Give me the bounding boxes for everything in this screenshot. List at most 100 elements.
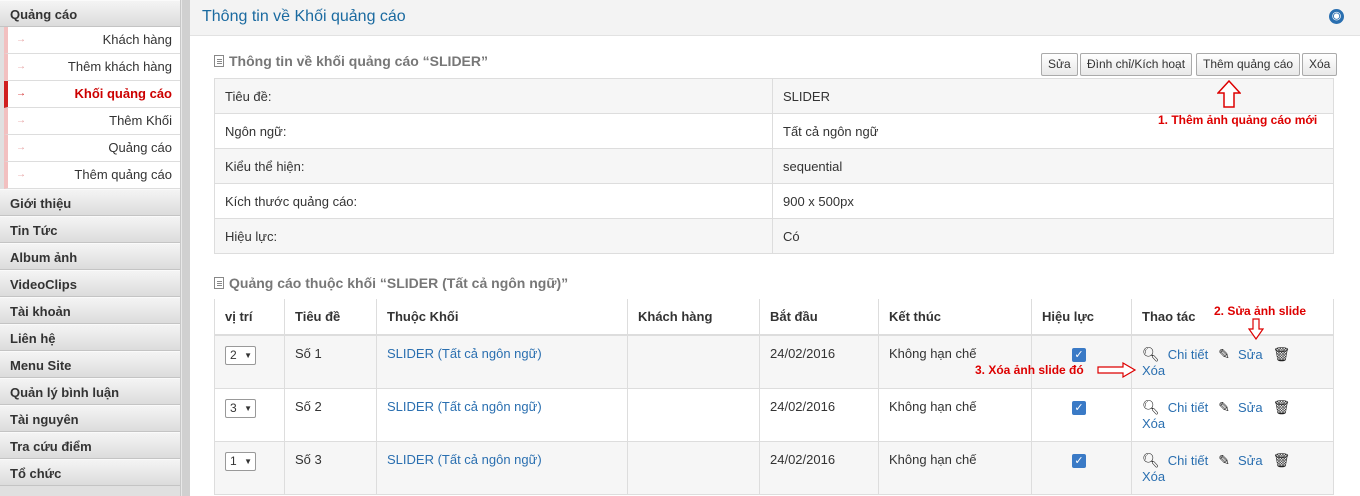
sidebar-item-them-khoi[interactable]: → Thêm Khối <box>4 108 180 135</box>
page-title: Thông tin về Khối quảng cáo <box>202 8 406 25</box>
info-value: sequential <box>772 148 1334 184</box>
edit-icon[interactable]: ✎ <box>1218 452 1230 469</box>
table-row: Kích thước quảng cáo: 900 x 500px <box>214 183 1334 219</box>
active-cell: ✓ <box>1031 387 1132 442</box>
sidebar-item-khoi-quang-cao[interactable]: → Khối quảng cáo <box>4 81 180 108</box>
column-header: vị trí <box>214 299 285 336</box>
globe-icon[interactable]: ◉ <box>1329 9 1344 24</box>
right-arrow-annotation-icon <box>1097 362 1137 378</box>
arrow-right-icon: → <box>16 142 26 153</box>
sidebar-group-tra-cuu-diem[interactable]: Tra cứu điểm <box>0 432 180 459</box>
table-row: 1 Số 3 SLIDER (Tất cả ngôn ngữ) 24/02/20… <box>214 440 1334 495</box>
sidebar-group-album-anh[interactable]: Album ảnh <box>0 243 180 270</box>
arrow-right-icon: → <box>16 169 26 180</box>
up-arrow-annotation-icon <box>1217 80 1241 108</box>
sidebar-item-khach-hang[interactable]: → Khách hàng <box>4 27 180 54</box>
table-row: Kiểu thể hiện: sequential <box>214 148 1334 184</box>
document-icon <box>214 277 224 289</box>
down-arrow-annotation-icon <box>1248 318 1264 340</box>
info-key: Kích thước quảng cáo: <box>214 183 773 219</box>
column-header: Thuộc Khối <box>376 299 628 336</box>
trash-icon[interactable]: 🗑︎ <box>1273 399 1291 416</box>
sidebar-group-tin-tuc[interactable]: Tin Tức <box>0 216 180 243</box>
customer-cell <box>627 440 760 495</box>
sidebar-group-to-chuc[interactable]: Tổ chức <box>0 459 180 486</box>
delete-block-button[interactable]: Xóa <box>1302 53 1338 76</box>
sidebar-group-quan-ly-binh-luan[interactable]: Quản lý bình luận <box>0 378 180 405</box>
arrow-right-icon: → <box>16 115 26 126</box>
sidebar-group-menu-site[interactable]: Menu Site <box>0 351 180 378</box>
search-icon[interactable]: 🔍︎ <box>1142 399 1160 416</box>
info-section-title-text: Thông tin về khối quảng cáo “SLIDER” <box>229 53 489 69</box>
edit-link[interactable]: Sửa <box>1238 400 1263 415</box>
table-header-row: vị trí Tiêu đề Thuộc Khối Khách hàng Bắt… <box>214 299 1334 336</box>
detail-link[interactable]: Chi tiết <box>1168 453 1208 468</box>
actions-cell: 🔍︎ Chi tiết ✎ Sửa 🗑︎ Xóa <box>1131 334 1334 389</box>
document-icon <box>214 55 224 67</box>
customer-cell <box>627 387 760 442</box>
sidebar-item-label: Khối quảng cáo <box>74 86 173 101</box>
detail-link[interactable]: Chi tiết <box>1168 347 1208 362</box>
block-cell: SLIDER (Tất cả ngôn ngữ) <box>376 387 628 442</box>
info-key: Tiêu đề: <box>214 78 773 114</box>
sidebar-group-tai-nguyen[interactable]: Tài nguyên <box>0 405 180 432</box>
block-link[interactable]: SLIDER (Tất cả ngôn ngữ) <box>387 346 542 361</box>
block-info-table: Tiêu đề: SLIDER Ngôn ngữ: Tất cả ngôn ngữ … <box>214 78 1334 254</box>
sidebar-group-lien-he[interactable]: Liên hệ <box>0 324 180 351</box>
info-key: Hiệu lực: <box>214 218 773 254</box>
info-value: SLIDER <box>772 78 1334 114</box>
position-cell: 1 <box>214 440 285 495</box>
sidebar-item-label: Thêm khách hàng <box>67 59 172 74</box>
delete-link[interactable]: Xóa <box>1142 416 1165 431</box>
sidebar-item-them-quang-cao[interactable]: → Thêm quảng cáo <box>4 162 180 189</box>
sidebar-item-quang-cao[interactable]: → Quảng cáo <box>4 135 180 162</box>
edit-block-button[interactable]: Sửa <box>1041 53 1078 76</box>
search-icon[interactable]: 🔍︎ <box>1142 452 1160 469</box>
actions-cell: 🔍︎ Chi tiết ✎ Sửa 🗑︎ Xóa <box>1131 440 1334 495</box>
sidebar-item-them-khach-hang[interactable]: → Thêm khách hàng <box>4 54 180 81</box>
add-ad-button[interactable]: Thêm quảng cáo <box>1196 53 1301 76</box>
info-key: Kiểu thể hiện: <box>214 148 773 184</box>
column-header: Bắt đầu <box>759 299 879 336</box>
block-link[interactable]: SLIDER (Tất cả ngôn ngữ) <box>387 452 542 467</box>
detail-link[interactable]: Chi tiết <box>1168 400 1208 415</box>
sidebar-group-quang-cao[interactable]: Quảng cáo <box>0 0 180 27</box>
checkmark-icon: ✓ <box>1072 400 1086 415</box>
edit-link[interactable]: Sửa <box>1238 453 1263 468</box>
end-cell: Không hạn chế <box>878 334 1032 389</box>
sidebar-gutter <box>182 0 190 496</box>
position-select[interactable]: 1 <box>225 451 256 471</box>
block-cell: SLIDER (Tất cả ngôn ngữ) <box>376 440 628 495</box>
position-select[interactable]: 2 <box>225 346 256 365</box>
sidebar-group-tai-khoan[interactable]: Tài khoản <box>0 297 180 324</box>
table-row: 2 Số 1 SLIDER (Tất cả ngôn ngữ) 24/02/20… <box>214 334 1334 389</box>
info-key: Ngôn ngữ: <box>214 113 773 149</box>
sidebar-item-label: Khách hàng <box>102 32 172 47</box>
edit-icon[interactable]: ✎ <box>1218 346 1230 363</box>
search-icon[interactable]: 🔍︎ <box>1142 346 1160 363</box>
column-header: Hiệu lực <box>1031 299 1132 336</box>
delete-link[interactable]: Xóa <box>1142 469 1165 484</box>
title-cell: Số 2 <box>284 387 377 442</box>
customer-cell <box>627 334 760 389</box>
position-cell: 2 <box>214 334 285 389</box>
position-cell: 3 <box>214 387 285 442</box>
info-section-title: Thông tin về khối quảng cáo “SLIDER” <box>214 53 488 69</box>
sidebar-group-videoclips[interactable]: VideoClips <box>0 270 180 297</box>
arrow-right-icon: → <box>16 34 26 45</box>
edit-icon[interactable]: ✎ <box>1218 399 1230 416</box>
edit-link[interactable]: Sửa <box>1238 347 1263 362</box>
suspend-activate-button[interactable]: Đình chỉ/Kích hoạt <box>1080 53 1193 76</box>
block-link[interactable]: SLIDER (Tất cả ngôn ngữ) <box>387 399 542 414</box>
delete-link[interactable]: Xóa <box>1142 363 1165 378</box>
position-select[interactable]: 3 <box>225 398 256 418</box>
title-cell: Số 1 <box>284 334 377 389</box>
checkmark-icon: ✓ <box>1072 348 1086 362</box>
arrow-right-icon: → <box>16 88 26 99</box>
sidebar-group-gioi-thieu[interactable]: Giới thiệu <box>0 189 180 216</box>
ads-section-title: Quảng cáo thuộc khối “SLIDER (Tất cả ngô… <box>214 275 568 291</box>
title-cell: Số 3 <box>284 440 377 495</box>
active-cell: ✓ <box>1031 440 1132 495</box>
trash-icon[interactable]: 🗑︎ <box>1273 452 1291 469</box>
trash-icon[interactable]: 🗑︎ <box>1273 346 1291 363</box>
